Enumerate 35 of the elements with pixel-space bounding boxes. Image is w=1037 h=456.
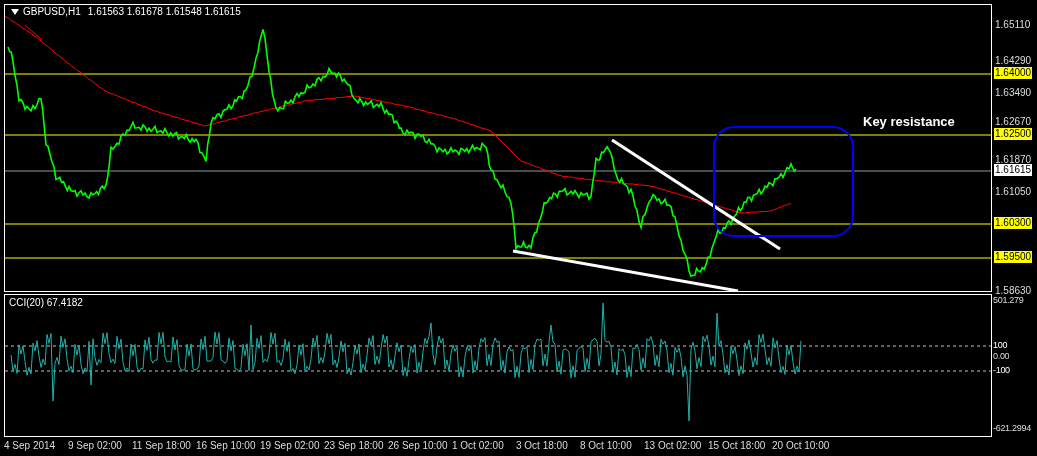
price-axis-label: 1.58630 <box>994 285 1033 297</box>
price-axis-label: 1.64290 <box>994 55 1033 67</box>
time-axis-label: 23 Sep 18:00 <box>324 441 384 451</box>
time-axis-label: 19 Sep 02:00 <box>260 441 320 451</box>
price-axis-label: 1.60300 <box>994 217 1033 229</box>
time-axis-label: 20 Oct 10:00 <box>772 441 830 451</box>
time-axis-label: 9 Sep 02:00 <box>68 441 122 451</box>
time-axis-label: 13 Oct 02:00 <box>644 441 702 451</box>
time-axis-label: 11 Sep 18:00 <box>132 441 191 451</box>
ohlc-values: 1.61563 1.61678 1.61548 1.61615 <box>87 7 241 17</box>
price-axis-label: 1.59500 <box>994 251 1033 263</box>
annotation-text: Key resistance <box>863 115 955 128</box>
price-axis-label: 1.62500 <box>994 128 1033 140</box>
time-axis-label: 26 Sep 10:00 <box>388 441 448 451</box>
symbol-label: GBPUSD,H1 <box>23 7 81 17</box>
price-axis-label: 1.65110 <box>994 19 1032 31</box>
price-axis-label: 1.62670 <box>994 116 1033 128</box>
price-axis-label: 1.61615 <box>994 164 1033 176</box>
price-axis-label: 1.63490 <box>994 87 1033 99</box>
dropdown-triangle-icon[interactable] <box>11 9 19 15</box>
price-axis-label: 1.61050 <box>994 186 1033 198</box>
indicator-title: CCI(20) 67.4182 <box>9 298 83 308</box>
time-axis-label: 1 Oct 02:00 <box>452 441 504 451</box>
indicator-axis-label: 501.279 <box>993 295 1024 306</box>
time-axis-label: 15 Oct 18:00 <box>708 441 766 451</box>
time-axis-label: 3 Oct 18:00 <box>516 441 568 451</box>
indicator-axis-label: -100 <box>993 365 1010 376</box>
indicator-axis-label: 100 <box>993 340 1008 351</box>
time-axis-label: 8 Oct 10:00 <box>580 441 632 451</box>
time-axis-label: 16 Sep 10:00 <box>196 441 256 451</box>
price-axis-label: 1.61870 <box>994 154 1033 165</box>
indicator-axis-label: 0.00 <box>993 351 1010 362</box>
time-axis-label: 4 Sep 2014 <box>4 441 56 451</box>
indicator-axis-label: -621.2994 <box>993 423 1031 434</box>
price-axis-label: 1.64000 <box>994 67 1033 79</box>
